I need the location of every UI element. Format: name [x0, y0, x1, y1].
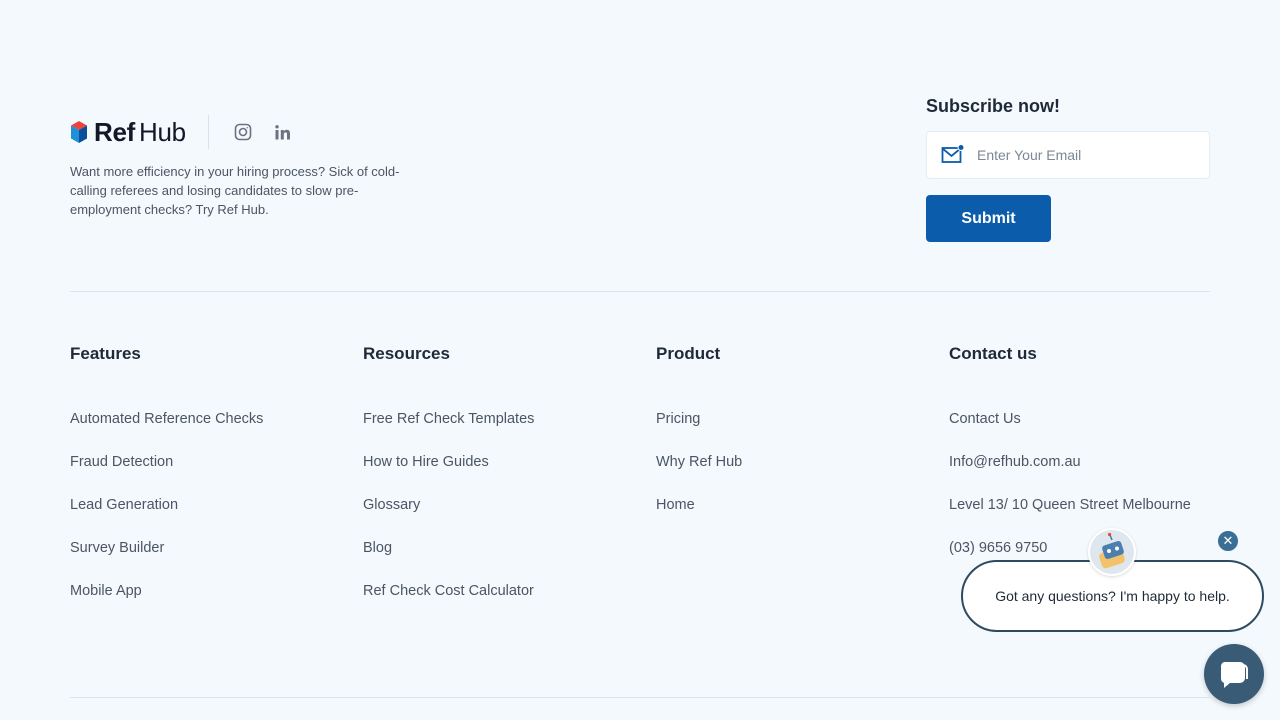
email-field-wrapper [926, 131, 1210, 179]
email-input[interactable] [977, 147, 1197, 163]
submit-button[interactable]: Submit [926, 195, 1051, 242]
brand-tagline: Want more efficiency in your hiring proc… [70, 164, 400, 217]
product-link[interactable]: Pricing [656, 406, 742, 449]
logo-wordmark: Ref Hub [94, 117, 186, 148]
refhub-logo[interactable]: Ref Hub [70, 115, 186, 149]
chat-close-button[interactable]: ✕ [1216, 529, 1240, 553]
instagram-icon[interactable] [233, 122, 253, 142]
close-icon: ✕ [1222, 533, 1234, 548]
resources-link[interactable]: Free Ref Check Templates [363, 406, 534, 449]
resources-heading: Resources [363, 344, 450, 363]
social-links [233, 122, 293, 142]
divider-top [70, 291, 1210, 292]
features-link[interactable]: Automated Reference Checks [70, 406, 263, 449]
resources-link[interactable]: Glossary [363, 492, 534, 535]
contact-heading: Contact us [949, 344, 1037, 363]
subscribe-title: Subscribe now! [926, 96, 1061, 116]
product-column: Product Pricing Why Ref Hub Home [656, 344, 742, 535]
robot-icon [1090, 530, 1134, 574]
refhub-logo-mark-icon [71, 121, 87, 143]
divider-bottom [70, 697, 1210, 698]
features-link[interactable]: Survey Builder [70, 535, 263, 578]
footer-page: Ref Hub Want more efficiency in your hir… [0, 0, 1280, 720]
contact-link[interactable]: Contact Us [949, 406, 1191, 449]
resources-link[interactable]: Ref Check Cost Calculator [363, 578, 534, 621]
subscribe-section: Subscribe now! Submit [926, 96, 1210, 242]
resources-link[interactable]: Blog [363, 535, 534, 578]
chat-message: Got any questions? I'm happy to help. [995, 588, 1230, 604]
features-column: Features Automated Reference Checks Frau… [70, 344, 263, 621]
chat-icon [1220, 662, 1248, 688]
chatbot-avatar [1088, 528, 1136, 576]
brand-bar: Ref Hub [70, 115, 293, 149]
logo-text-bold: Ref [94, 116, 135, 147]
contact-email-link[interactable]: Info@refhub.com.au [949, 449, 1191, 492]
product-heading: Product [656, 344, 721, 363]
chat-launcher-button[interactable] [1204, 644, 1264, 704]
product-link[interactable]: Home [656, 492, 742, 535]
resources-link[interactable]: How to Hire Guides [363, 449, 534, 492]
resources-column: Resources Free Ref Check Templates How t… [363, 344, 534, 621]
logo-text-regular: Hub [139, 116, 186, 147]
contact-address: Level 13/ 10 Queen Street Melbourne [949, 497, 1191, 513]
contact-column: Contact us Contact Us Info@refhub.com.au… [949, 344, 1191, 578]
features-link[interactable]: Lead Generation [70, 492, 263, 535]
mail-icon [941, 144, 965, 163]
brand-divider [207, 115, 209, 149]
product-link[interactable]: Why Ref Hub [656, 449, 742, 492]
features-link[interactable]: Mobile App [70, 578, 263, 621]
features-link[interactable]: Fraud Detection [70, 449, 263, 492]
linkedin-icon[interactable] [273, 122, 293, 142]
features-heading: Features [70, 344, 141, 363]
